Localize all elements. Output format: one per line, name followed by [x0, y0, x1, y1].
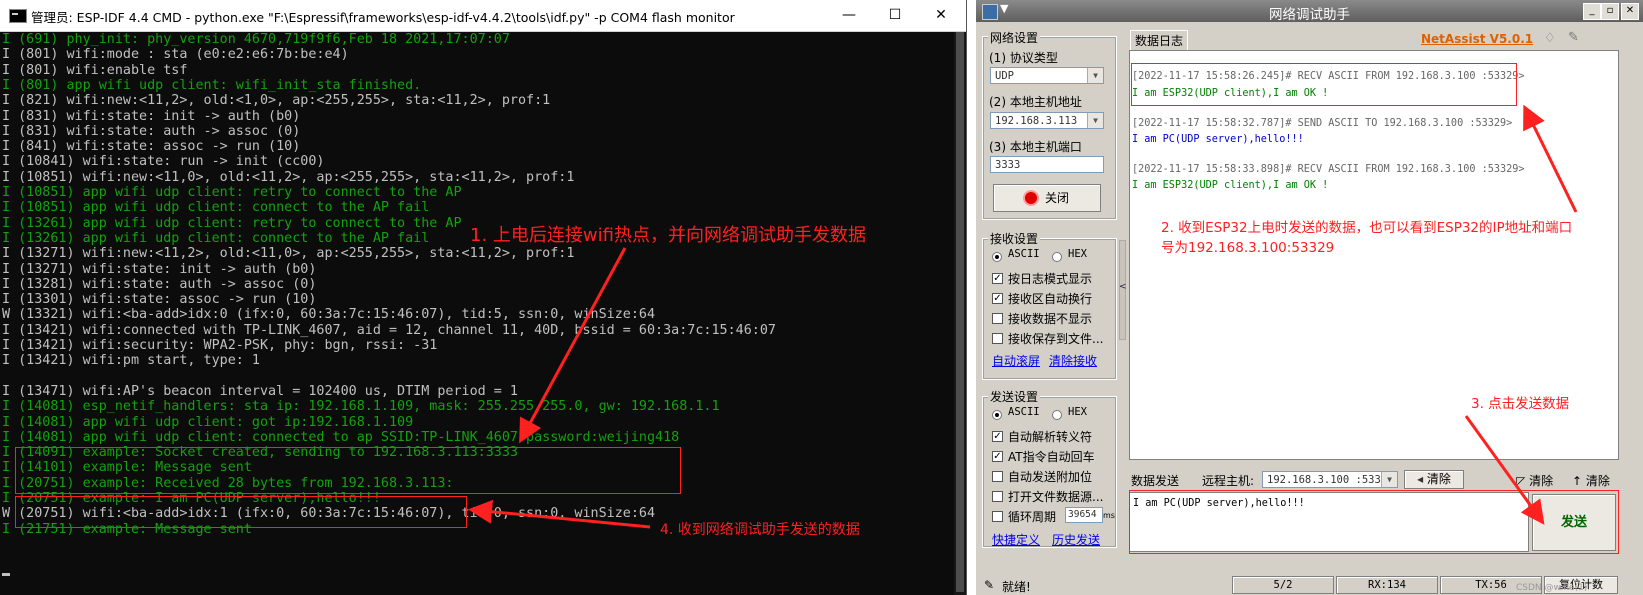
arrow-3: [1464, 415, 1545, 525]
annotation-arrows: [468, 104, 1578, 529]
arrow-4: [468, 499, 651, 529]
arrow-2: [1523, 104, 1578, 213]
arrow-1: [519, 247, 627, 444]
